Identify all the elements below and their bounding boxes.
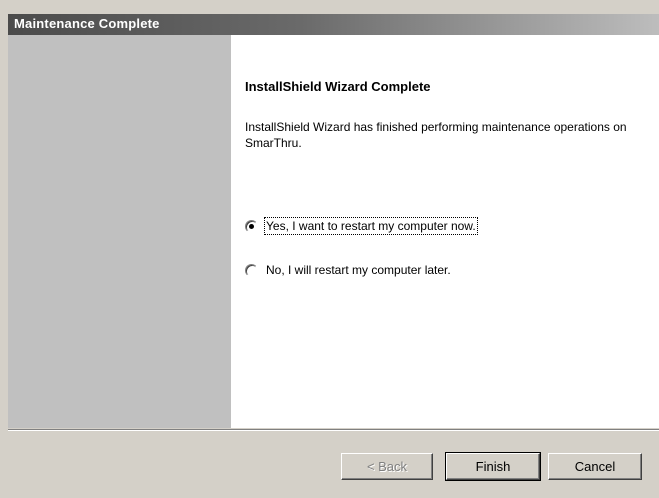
finish-button[interactable]: Finish	[445, 452, 541, 481]
wizard-message: InstallShield Wizard has finished perfor…	[245, 120, 627, 150]
cancel-button[interactable]: Cancel	[548, 453, 642, 480]
window-title: Maintenance Complete	[14, 16, 160, 31]
restart-later-option[interactable]: No, I will restart my computer later.	[245, 263, 451, 277]
button-bar: < Back Finish Cancel	[8, 431, 659, 498]
wizard-content-pane: InstallShield Wizard Complete InstallShi…	[231, 35, 659, 428]
back-button: < Back	[341, 453, 433, 480]
installer-window: Maintenance Complete InstallShield Wizar…	[0, 0, 659, 498]
radio-button-unselected[interactable]	[245, 263, 258, 277]
restart-now-option[interactable]: Yes, I want to restart my computer now.	[245, 217, 478, 235]
title-bar[interactable]: Maintenance Complete	[8, 14, 659, 35]
wizard-heading: InstallShield Wizard Complete	[245, 79, 431, 94]
restart-now-label[interactable]: Yes, I want to restart my computer now.	[264, 217, 478, 235]
wizard-side-panel	[8, 35, 231, 428]
restart-later-label[interactable]: No, I will restart my computer later.	[266, 263, 451, 277]
radio-button-selected[interactable]	[245, 219, 258, 233]
